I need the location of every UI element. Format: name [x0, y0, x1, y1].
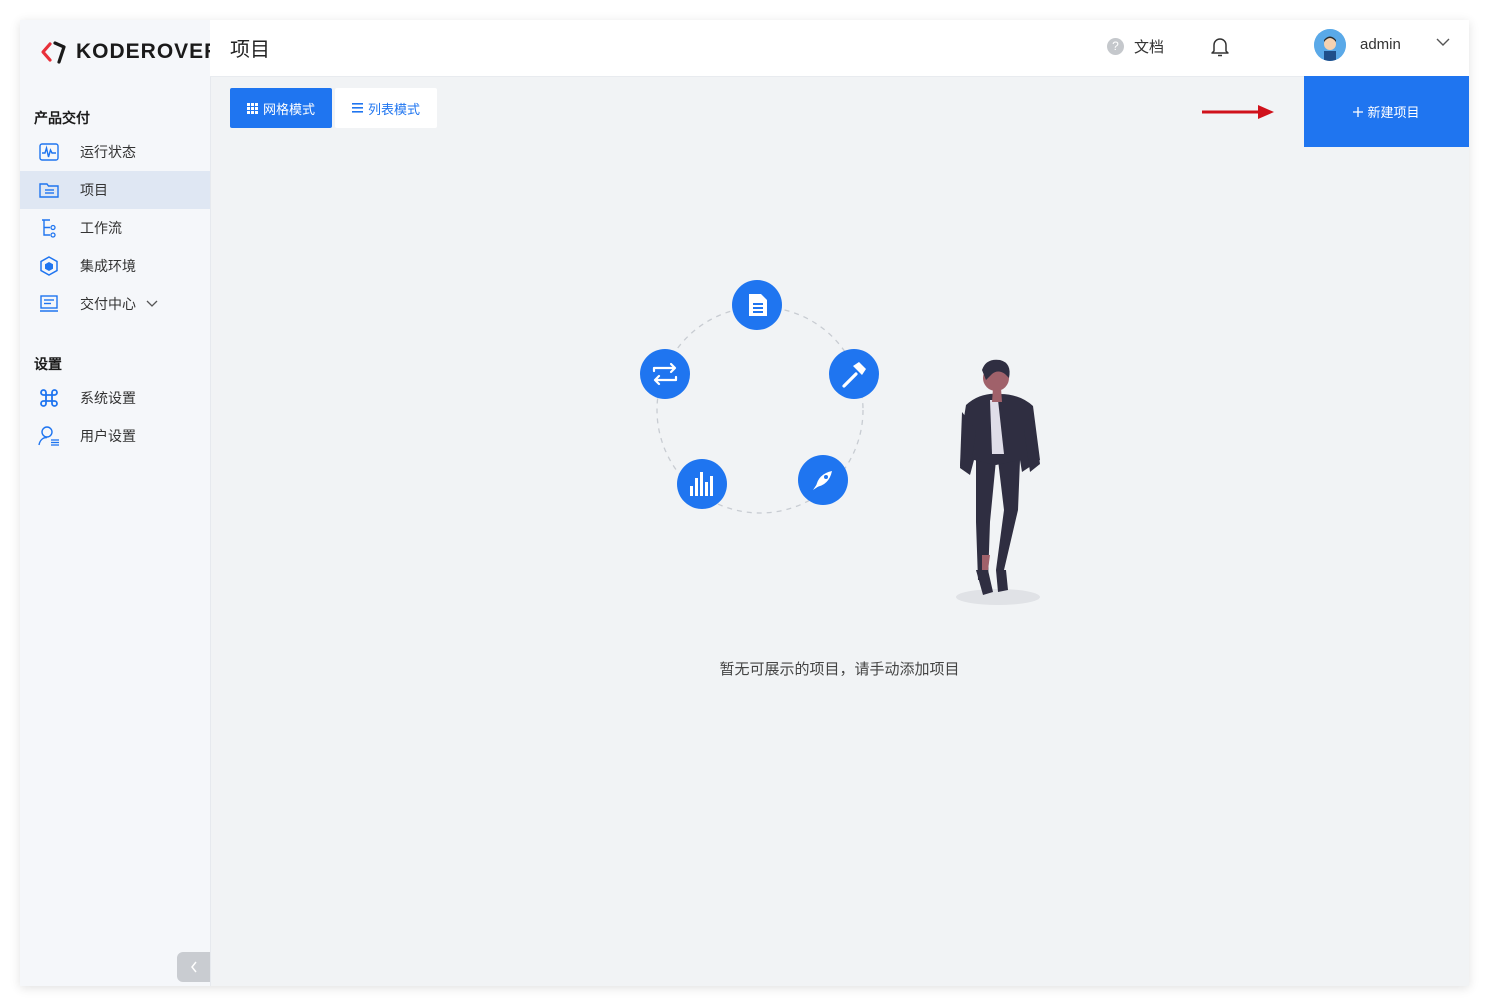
- loop-node-icon: [640, 349, 690, 399]
- new-project-label: 新建项目: [1367, 105, 1420, 120]
- sidebar-item-environment[interactable]: 集成环境: [20, 247, 210, 285]
- sidebar-item-label: 集成环境: [80, 258, 136, 274]
- list-mode-label: 列表模式: [367, 101, 420, 117]
- chevron-down-icon[interactable]: [146, 300, 158, 308]
- koderover-logo-icon: [41, 41, 66, 64]
- grid-mode-label: 网格模式: [262, 101, 315, 117]
- sidebar-item-label: 用户设置: [80, 428, 136, 444]
- hammer-node-icon: [829, 349, 879, 399]
- notification-bell-icon[interactable]: [1210, 36, 1230, 63]
- user-settings-icon: [38, 425, 60, 447]
- workflow-icon: [38, 217, 60, 239]
- docs-label: 文档: [1134, 39, 1165, 56]
- username[interactable]: admin: [1360, 36, 1401, 53]
- command-icon: [38, 387, 60, 409]
- list-icon: [351, 103, 363, 113]
- sidebar-item-label: 工作流: [80, 220, 122, 236]
- top-header: 项目 ? 文档 admin: [210, 20, 1469, 77]
- docs-link[interactable]: ? 文档: [1107, 36, 1164, 57]
- person-figure-icon: [956, 359, 1040, 605]
- brand-name: KODEROVER: [76, 40, 221, 63]
- sidebar-item-delivery[interactable]: 交付中心: [20, 285, 210, 323]
- sidebar: KODEROVER 产品交付 运行状态 项目 工作流 集成环境 交付中心 设置 …: [20, 20, 219, 986]
- folder-list-icon: [38, 179, 60, 201]
- section-title-delivery: 产品交付: [34, 110, 90, 126]
- sidebar-item-projects[interactable]: 项目: [20, 171, 210, 209]
- sidebar-item-label: 系统设置: [80, 390, 136, 406]
- pulse-icon: [38, 141, 60, 163]
- page-title: 项目: [230, 39, 270, 61]
- sidebar-item-label: 项目: [80, 182, 108, 198]
- grid-mode-button[interactable]: 网格模式: [230, 88, 332, 128]
- brand-logo[interactable]: KODEROVER: [40, 38, 220, 66]
- chevron-down-icon[interactable]: [1436, 38, 1450, 47]
- plus-icon: [1353, 106, 1364, 117]
- app-window: KODEROVER 产品交付 运行状态 项目 工作流 集成环境 交付中心 设置 …: [20, 20, 1469, 986]
- sidebar-item-workflow[interactable]: 工作流: [20, 209, 210, 247]
- delivery-icon: [38, 293, 60, 315]
- sidebar-item-label: 交付中心: [80, 296, 136, 312]
- help-icon: ?: [1107, 38, 1124, 55]
- chevron-left-icon: [190, 961, 197, 973]
- avatar[interactable]: [1314, 29, 1346, 61]
- grid-icon: [246, 102, 258, 114]
- bar-chart-node-icon: [677, 459, 727, 509]
- sidebar-item-label: 运行状态: [80, 144, 136, 160]
- new-project-button[interactable]: 新建项目: [1304, 76, 1469, 147]
- empty-state-message: 暂无可展示的项目，请手动添加项目: [719, 661, 960, 678]
- document-node-icon: [732, 280, 782, 330]
- sidebar-item-system-settings[interactable]: 系统设置: [20, 379, 210, 417]
- sidebar-collapse-button[interactable]: [177, 952, 210, 982]
- section-title-settings: 设置: [34, 356, 62, 372]
- sidebar-item-user-settings[interactable]: 用户设置: [20, 417, 210, 455]
- sidebar-item-status[interactable]: 运行状态: [20, 133, 210, 171]
- annotation-arrow-icon: [1202, 105, 1274, 119]
- empty-state-illustration: [640, 280, 1040, 605]
- rocket-node-icon: [798, 455, 848, 505]
- cube-icon: [38, 255, 60, 277]
- list-mode-button[interactable]: 列表模式: [335, 88, 437, 128]
